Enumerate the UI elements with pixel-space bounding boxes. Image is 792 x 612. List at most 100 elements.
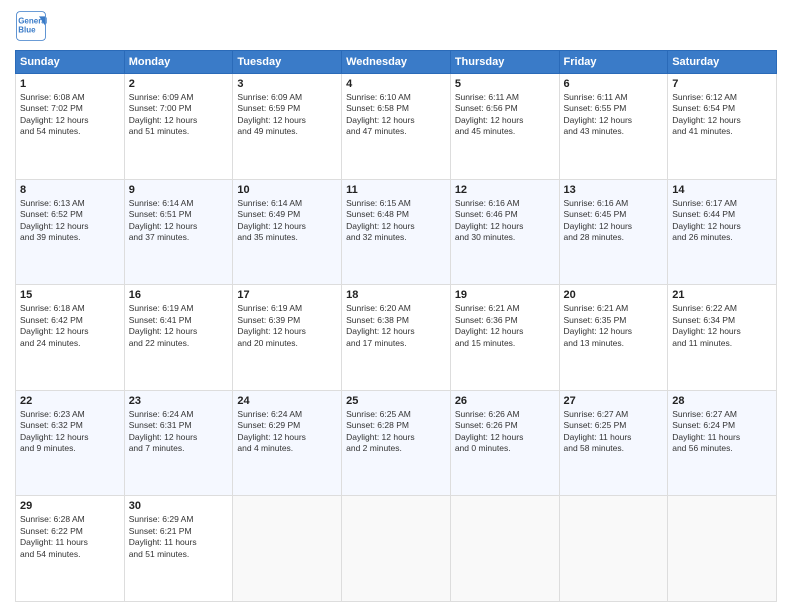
- calendar-cell: 11 Sunrise: 6:15 AM Sunset: 6:48 PM Dayl…: [342, 179, 451, 285]
- cell-info: Sunrise: 6:12 AM Sunset: 6:54 PM Dayligh…: [672, 92, 772, 138]
- logo-icon: General Blue: [15, 10, 47, 42]
- cell-info: Sunrise: 6:20 AM Sunset: 6:38 PM Dayligh…: [346, 303, 446, 349]
- cell-info: Sunrise: 6:13 AM Sunset: 6:52 PM Dayligh…: [20, 198, 120, 244]
- cell-info: Sunrise: 6:16 AM Sunset: 6:45 PM Dayligh…: [564, 198, 664, 244]
- calendar-cell: 21 Sunrise: 6:22 AM Sunset: 6:34 PM Dayl…: [668, 285, 777, 391]
- calendar-cell: 10 Sunrise: 6:14 AM Sunset: 6:49 PM Dayl…: [233, 179, 342, 285]
- calendar-cell: 30 Sunrise: 6:29 AM Sunset: 6:21 PM Dayl…: [124, 496, 233, 602]
- day-number: 14: [672, 184, 772, 196]
- day-number: 26: [455, 395, 555, 407]
- day-number: 15: [20, 289, 120, 301]
- svg-text:Blue: Blue: [18, 25, 36, 34]
- day-number: 11: [346, 184, 446, 196]
- calendar-cell: 7 Sunrise: 6:12 AM Sunset: 6:54 PM Dayli…: [668, 74, 777, 180]
- day-number: 28: [672, 395, 772, 407]
- calendar-cell: 9 Sunrise: 6:14 AM Sunset: 6:51 PM Dayli…: [124, 179, 233, 285]
- calendar-cell: [233, 496, 342, 602]
- calendar-cell: 3 Sunrise: 6:09 AM Sunset: 6:59 PM Dayli…: [233, 74, 342, 180]
- cell-info: Sunrise: 6:25 AM Sunset: 6:28 PM Dayligh…: [346, 409, 446, 455]
- weekday-header: Sunday: [16, 51, 125, 74]
- calendar-cell: 12 Sunrise: 6:16 AM Sunset: 6:46 PM Dayl…: [450, 179, 559, 285]
- day-number: 13: [564, 184, 664, 196]
- day-number: 25: [346, 395, 446, 407]
- cell-info: Sunrise: 6:27 AM Sunset: 6:25 PM Dayligh…: [564, 409, 664, 455]
- calendar-cell: 27 Sunrise: 6:27 AM Sunset: 6:25 PM Dayl…: [559, 390, 668, 496]
- day-number: 30: [129, 500, 229, 512]
- calendar-cell: 16 Sunrise: 6:19 AM Sunset: 6:41 PM Dayl…: [124, 285, 233, 391]
- cell-info: Sunrise: 6:27 AM Sunset: 6:24 PM Dayligh…: [672, 409, 772, 455]
- day-number: 3: [237, 78, 337, 90]
- day-number: 6: [564, 78, 664, 90]
- calendar-cell: 29 Sunrise: 6:28 AM Sunset: 6:22 PM Dayl…: [16, 496, 125, 602]
- calendar-cell: 28 Sunrise: 6:27 AM Sunset: 6:24 PM Dayl…: [668, 390, 777, 496]
- day-number: 20: [564, 289, 664, 301]
- cell-info: Sunrise: 6:29 AM Sunset: 6:21 PM Dayligh…: [129, 514, 229, 560]
- day-number: 12: [455, 184, 555, 196]
- weekday-header: Monday: [124, 51, 233, 74]
- cell-info: Sunrise: 6:14 AM Sunset: 6:49 PM Dayligh…: [237, 198, 337, 244]
- calendar-cell: 20 Sunrise: 6:21 AM Sunset: 6:35 PM Dayl…: [559, 285, 668, 391]
- cell-info: Sunrise: 6:10 AM Sunset: 6:58 PM Dayligh…: [346, 92, 446, 138]
- calendar-cell: 23 Sunrise: 6:24 AM Sunset: 6:31 PM Dayl…: [124, 390, 233, 496]
- cell-info: Sunrise: 6:26 AM Sunset: 6:26 PM Dayligh…: [455, 409, 555, 455]
- cell-info: Sunrise: 6:22 AM Sunset: 6:34 PM Dayligh…: [672, 303, 772, 349]
- day-number: 19: [455, 289, 555, 301]
- day-number: 5: [455, 78, 555, 90]
- cell-info: Sunrise: 6:11 AM Sunset: 6:56 PM Dayligh…: [455, 92, 555, 138]
- logo: General Blue: [15, 10, 51, 42]
- weekday-header: Friday: [559, 51, 668, 74]
- day-number: 23: [129, 395, 229, 407]
- cell-info: Sunrise: 6:21 AM Sunset: 6:35 PM Dayligh…: [564, 303, 664, 349]
- header: General Blue: [15, 10, 777, 42]
- day-number: 24: [237, 395, 337, 407]
- cell-info: Sunrise: 6:18 AM Sunset: 6:42 PM Dayligh…: [20, 303, 120, 349]
- calendar-cell: 5 Sunrise: 6:11 AM Sunset: 6:56 PM Dayli…: [450, 74, 559, 180]
- day-number: 22: [20, 395, 120, 407]
- weekday-header: Saturday: [668, 51, 777, 74]
- day-number: 4: [346, 78, 446, 90]
- calendar-cell: 8 Sunrise: 6:13 AM Sunset: 6:52 PM Dayli…: [16, 179, 125, 285]
- calendar-cell: [559, 496, 668, 602]
- cell-info: Sunrise: 6:24 AM Sunset: 6:29 PM Dayligh…: [237, 409, 337, 455]
- day-number: 21: [672, 289, 772, 301]
- calendar-cell: 2 Sunrise: 6:09 AM Sunset: 7:00 PM Dayli…: [124, 74, 233, 180]
- calendar-cell: [668, 496, 777, 602]
- cell-info: Sunrise: 6:23 AM Sunset: 6:32 PM Dayligh…: [20, 409, 120, 455]
- calendar-cell: 1 Sunrise: 6:08 AM Sunset: 7:02 PM Dayli…: [16, 74, 125, 180]
- cell-info: Sunrise: 6:19 AM Sunset: 6:41 PM Dayligh…: [129, 303, 229, 349]
- weekday-header: Thursday: [450, 51, 559, 74]
- page: General Blue SundayMondayTuesdayWednesda…: [0, 0, 792, 612]
- day-number: 1: [20, 78, 120, 90]
- calendar-cell: 19 Sunrise: 6:21 AM Sunset: 6:36 PM Dayl…: [450, 285, 559, 391]
- weekday-header: Tuesday: [233, 51, 342, 74]
- calendar-cell: 18 Sunrise: 6:20 AM Sunset: 6:38 PM Dayl…: [342, 285, 451, 391]
- cell-info: Sunrise: 6:09 AM Sunset: 6:59 PM Dayligh…: [237, 92, 337, 138]
- cell-info: Sunrise: 6:24 AM Sunset: 6:31 PM Dayligh…: [129, 409, 229, 455]
- day-number: 18: [346, 289, 446, 301]
- cell-info: Sunrise: 6:08 AM Sunset: 7:02 PM Dayligh…: [20, 92, 120, 138]
- calendar-table: SundayMondayTuesdayWednesdayThursdayFrid…: [15, 50, 777, 602]
- day-number: 10: [237, 184, 337, 196]
- day-number: 27: [564, 395, 664, 407]
- calendar-cell: 4 Sunrise: 6:10 AM Sunset: 6:58 PM Dayli…: [342, 74, 451, 180]
- cell-info: Sunrise: 6:28 AM Sunset: 6:22 PM Dayligh…: [20, 514, 120, 560]
- calendar-cell: 24 Sunrise: 6:24 AM Sunset: 6:29 PM Dayl…: [233, 390, 342, 496]
- cell-info: Sunrise: 6:09 AM Sunset: 7:00 PM Dayligh…: [129, 92, 229, 138]
- day-number: 2: [129, 78, 229, 90]
- day-number: 16: [129, 289, 229, 301]
- cell-info: Sunrise: 6:19 AM Sunset: 6:39 PM Dayligh…: [237, 303, 337, 349]
- calendar-cell: [450, 496, 559, 602]
- calendar-cell: 26 Sunrise: 6:26 AM Sunset: 6:26 PM Dayl…: [450, 390, 559, 496]
- calendar-cell: 25 Sunrise: 6:25 AM Sunset: 6:28 PM Dayl…: [342, 390, 451, 496]
- calendar-cell: 17 Sunrise: 6:19 AM Sunset: 6:39 PM Dayl…: [233, 285, 342, 391]
- day-number: 29: [20, 500, 120, 512]
- cell-info: Sunrise: 6:14 AM Sunset: 6:51 PM Dayligh…: [129, 198, 229, 244]
- calendar-cell: [342, 496, 451, 602]
- calendar-cell: 14 Sunrise: 6:17 AM Sunset: 6:44 PM Dayl…: [668, 179, 777, 285]
- calendar-cell: 15 Sunrise: 6:18 AM Sunset: 6:42 PM Dayl…: [16, 285, 125, 391]
- cell-info: Sunrise: 6:17 AM Sunset: 6:44 PM Dayligh…: [672, 198, 772, 244]
- cell-info: Sunrise: 6:16 AM Sunset: 6:46 PM Dayligh…: [455, 198, 555, 244]
- day-number: 8: [20, 184, 120, 196]
- calendar-cell: 22 Sunrise: 6:23 AM Sunset: 6:32 PM Dayl…: [16, 390, 125, 496]
- cell-info: Sunrise: 6:21 AM Sunset: 6:36 PM Dayligh…: [455, 303, 555, 349]
